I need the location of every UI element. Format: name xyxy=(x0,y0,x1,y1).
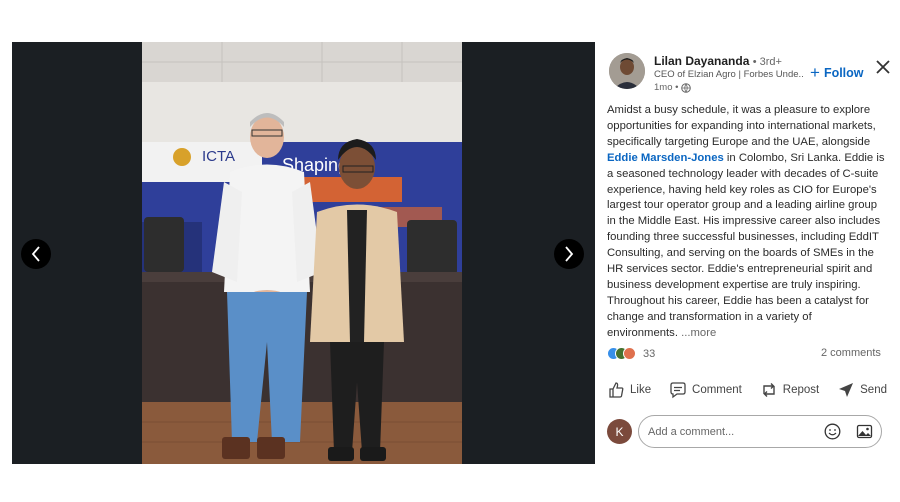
reaction-icons xyxy=(607,347,637,360)
like-button[interactable]: Like xyxy=(607,377,651,403)
close-icon[interactable] xyxy=(875,59,891,75)
next-image-button[interactable] xyxy=(554,239,584,269)
post-text-start: Amidst a busy schedule, it was a pleasur… xyxy=(607,104,876,148)
mention-link[interactable]: Eddie Marsden-Jones xyxy=(607,152,724,164)
reactions-summary[interactable]: 33 xyxy=(607,347,655,360)
post-text-end: in Colombo, Sri Lanka. Eddie is a season… xyxy=(607,151,885,339)
send-button[interactable]: Send xyxy=(837,377,887,403)
follow-label: Follow xyxy=(823,66,864,80)
image-icon[interactable] xyxy=(856,423,873,440)
comment-icon xyxy=(670,382,686,399)
author-headline: CEO of Elzian Agro | Forbes Unde... xyxy=(654,69,804,80)
follow-button[interactable]: + Follow xyxy=(810,63,864,82)
action-bar: Like Comment Repost Send xyxy=(607,377,887,403)
post-photo: ICTA Shaping xyxy=(142,42,462,464)
banner-brand: ICTA xyxy=(202,148,235,165)
repost-button[interactable]: Repost xyxy=(760,377,819,403)
like-icon xyxy=(609,382,624,398)
emoji-icon[interactable] xyxy=(824,423,841,440)
globe-icon xyxy=(681,82,692,93)
post-detail-panel: Lilan Dayananda • 3rd+ CEO of Elzian Agr… xyxy=(595,42,895,502)
commenter-avatar[interactable]: K xyxy=(607,419,632,444)
comment-button[interactable]: Comment xyxy=(669,377,742,403)
comment-label: Comment xyxy=(692,384,742,396)
media-viewer: ICTA Shaping xyxy=(12,42,595,464)
see-more-link[interactable]: ...more xyxy=(681,327,716,339)
repost-icon xyxy=(763,383,775,397)
post-time: 1mo • xyxy=(654,82,679,93)
post-body: Amidst a busy schedule, it was a pleasur… xyxy=(607,103,885,342)
support-reaction-icon xyxy=(623,347,636,360)
comment-input[interactable] xyxy=(638,415,882,448)
connection-degree: • 3rd+ xyxy=(752,56,782,68)
comments-count[interactable]: 2 comments xyxy=(821,347,881,359)
send-label: Send xyxy=(860,384,887,396)
author-line: Lilan Dayananda • 3rd+ xyxy=(654,54,782,68)
chevron-left-icon xyxy=(31,246,40,262)
post-meta: 1mo • xyxy=(654,82,692,93)
like-label: Like xyxy=(630,384,652,396)
chevron-right-icon xyxy=(565,246,574,262)
author-avatar[interactable] xyxy=(609,53,645,89)
author-name[interactable]: Lilan Dayananda xyxy=(654,54,749,68)
previous-image-button[interactable] xyxy=(21,239,51,269)
plus-icon: + xyxy=(810,63,820,82)
send-icon xyxy=(839,383,854,397)
repost-label: Repost xyxy=(782,384,820,396)
reaction-count: 33 xyxy=(643,347,656,360)
